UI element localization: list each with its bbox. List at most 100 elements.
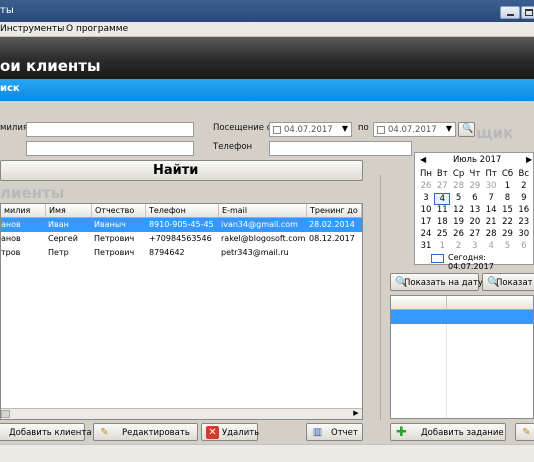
- calendar-day[interactable]: 19: [451, 217, 467, 227]
- dropdown-arrow-icon[interactable]: ▼: [446, 124, 452, 133]
- status-bar: [0, 444, 534, 462]
- calendar-next-icon[interactable]: ▶: [526, 155, 532, 164]
- dropdown-arrow-icon[interactable]: ▼: [342, 124, 348, 133]
- tasks-table-header: [391, 296, 533, 310]
- table-row[interactable]: анов Сергей Петрович +70984563546 rakel@…: [1, 232, 362, 246]
- cell-surname: тров: [1, 248, 21, 257]
- calendar-day[interactable]: 8: [500, 193, 516, 203]
- calendar-day[interactable]: 2: [451, 241, 467, 251]
- visit-to-picker[interactable]: 04.07.2017 ▼: [373, 122, 456, 137]
- visit-from-value: 04.07.2017: [284, 125, 333, 135]
- calendar-day[interactable]: 30: [516, 229, 532, 239]
- column-header-email[interactable]: E-mail: [219, 204, 307, 218]
- minimize-button[interactable]: [500, 6, 520, 19]
- pencil-icon: ✎: [100, 427, 109, 438]
- calendar-day[interactable]: 5: [500, 241, 516, 251]
- find-button-label: Найти: [153, 163, 199, 178]
- edit-button[interactable]: ✎ Редактировать: [93, 423, 198, 441]
- cell-name: Сергей: [48, 234, 78, 243]
- calendar-day[interactable]: 20: [467, 217, 483, 227]
- menu-tools[interactable]: Инструменты: [0, 24, 64, 34]
- column-header-phone[interactable]: Телефон: [146, 204, 219, 218]
- column-header-training[interactable]: Тренинг до: [307, 204, 362, 218]
- surname-input[interactable]: [26, 122, 194, 137]
- add-task-button[interactable]: ✚ Добавить задание: [390, 423, 506, 441]
- calendar-day[interactable]: 16: [516, 205, 532, 215]
- calendar-day[interactable]: 27: [467, 229, 483, 239]
- visit-from-picker[interactable]: 04.07.2017 ▼: [269, 122, 352, 137]
- scroll-thumb[interactable]: [1, 410, 10, 418]
- visit-to-value: 04.07.2017: [388, 125, 437, 135]
- calendar-day[interactable]: 15: [500, 205, 516, 215]
- show-by-date-button[interactable]: 🔍 Показать на дату: [390, 273, 483, 291]
- calendar-day[interactable]: 24: [418, 229, 434, 239]
- edit-task-button[interactable]: ✎: [515, 423, 534, 441]
- table-row[interactable]: [391, 310, 533, 324]
- calendar-prev-icon[interactable]: ◀: [420, 155, 426, 164]
- calendar-day[interactable]: 29: [467, 181, 483, 191]
- calendar-day[interactable]: 28: [483, 229, 499, 239]
- calendar-day[interactable]: 27: [434, 181, 450, 191]
- calendar-day[interactable]: 10: [418, 205, 434, 215]
- calendar-day[interactable]: 31: [418, 241, 434, 251]
- calendar-day[interactable]: 6: [467, 193, 483, 203]
- calendar-day[interactable]: 12: [451, 205, 467, 215]
- report-button[interactable]: ▥ Отчет: [306, 423, 363, 441]
- column-header-name[interactable]: Имя: [46, 204, 92, 218]
- find-button[interactable]: Найти: [0, 160, 363, 181]
- calendar-day[interactable]: 22: [500, 217, 516, 227]
- cell-name: Иван: [48, 220, 69, 229]
- calendar-day[interactable]: 26: [418, 181, 434, 191]
- calendar-month[interactable]: Июль 2017: [453, 155, 501, 165]
- calendar-day[interactable]: 14: [483, 205, 499, 215]
- calendar-today[interactable]: Сегодня: 04.07.2017: [448, 253, 533, 271]
- calendar-day[interactable]: 3: [418, 193, 434, 203]
- calendar-day[interactable]: 30: [483, 181, 499, 191]
- scroll-right-icon[interactable]: ▶: [351, 409, 361, 419]
- clients-table[interactable]: милия Имя Отчество Телефон E-mail Тренин…: [0, 203, 363, 420]
- column-header-patronymic[interactable]: Отчество: [92, 204, 146, 218]
- calendar-day[interactable]: 2: [516, 181, 532, 191]
- search-button[interactable]: 🔍: [458, 122, 475, 137]
- calendar-day[interactable]: 7: [483, 193, 499, 203]
- calendar-day[interactable]: 5: [451, 193, 467, 203]
- maximize-button[interactable]: [521, 6, 534, 19]
- window-title: ты: [0, 5, 14, 16]
- name-input[interactable]: [26, 141, 194, 156]
- calendar-day[interactable]: 9: [516, 193, 532, 203]
- visit-from-checkbox[interactable]: [273, 126, 281, 134]
- calendar-day[interactable]: 18: [434, 217, 450, 227]
- report-label: Отчет: [331, 428, 358, 438]
- calendar-day[interactable]: 4: [483, 241, 499, 251]
- today-marker-icon: [431, 254, 444, 263]
- calendar-day[interactable]: 17: [418, 217, 434, 227]
- column-header-surname[interactable]: милия: [1, 204, 46, 218]
- calendar-day[interactable]: 11: [434, 205, 450, 215]
- visit-to-checkbox[interactable]: [377, 126, 385, 134]
- calendar-day[interactable]: 1: [500, 181, 516, 191]
- calendar-weekday: Вт: [436, 169, 448, 179]
- calendar-day[interactable]: 28: [451, 181, 467, 191]
- calendar-day[interactable]: 1: [434, 241, 450, 251]
- calendar-day[interactable]: 4: [434, 193, 451, 205]
- calendar-day[interactable]: 23: [516, 217, 532, 227]
- delete-button[interactable]: ✕ Удалить: [201, 423, 259, 441]
- horizontal-scrollbar[interactable]: ▶: [1, 408, 362, 419]
- calendar-day[interactable]: 13: [467, 205, 483, 215]
- table-row[interactable]: анов Иван Иваныч 8910-905-45-45 ivan34@g…: [1, 218, 362, 232]
- calendar-day[interactable]: 3: [467, 241, 483, 251]
- app-header: ои клиенты: [0, 37, 534, 79]
- add-client-button[interactable]: Добавить клиента: [0, 423, 92, 441]
- table-row[interactable]: тров Петр Петрович 8794642 petr343@mail.…: [1, 246, 362, 260]
- calendar-day[interactable]: 26: [451, 229, 467, 239]
- calendar-day[interactable]: 21: [483, 217, 499, 227]
- calendar-day[interactable]: 29: [500, 229, 516, 239]
- phone-input[interactable]: [269, 141, 412, 156]
- calendar[interactable]: ◀ Июль 2017 ▶ Пн Вт Ср Чт Пт Сб Вс 26 27 28 29 30 1…: [414, 152, 534, 271]
- show-button[interactable]: 🔍 Показат: [482, 273, 534, 291]
- delete-icon: ✕: [206, 426, 219, 439]
- tasks-table[interactable]: [390, 295, 534, 419]
- menu-about[interactable]: О программе: [66, 24, 128, 34]
- calendar-day[interactable]: 6: [516, 241, 532, 251]
- calendar-day[interactable]: 25: [434, 229, 450, 239]
